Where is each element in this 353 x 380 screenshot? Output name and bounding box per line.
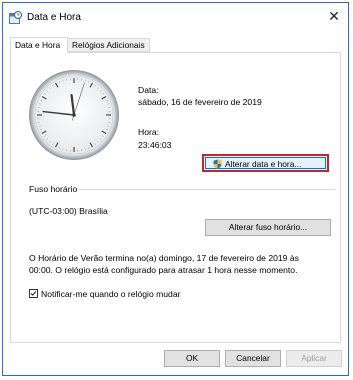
dst-notice-line-1: O Horário de Verão termina no(a) domingo… [29, 253, 299, 263]
timezone-value: (UTC-03:00) Brasília [29, 206, 108, 216]
clock-center [72, 113, 76, 117]
date-time-dialog: Data e Hora ✕ Data e Hora Relógios Adici… [2, 2, 349, 376]
time-value: 23:46:03 [138, 140, 172, 150]
tab-date-time[interactable]: Data e Hora [10, 37, 68, 53]
clock-app-icon [9, 11, 22, 24]
shield-icon [213, 159, 222, 169]
notify-label[interactable]: Notificar-me quando o relógio mudar [41, 289, 180, 299]
notify-checkbox[interactable] [29, 289, 38, 298]
tab-panel: Data: sábado, 16 de fevereiro de 2019 Ho… [10, 52, 341, 343]
change-timezone-button[interactable]: Alterar fuso horário... [205, 219, 331, 236]
date-label: Data: [138, 85, 159, 95]
dst-notice-line-2: 00:00. O relógio está configurado para a… [29, 265, 298, 275]
tab-additional-clocks[interactable]: Relógios Adicionais [68, 38, 150, 52]
title-bar[interactable]: Data e Hora ✕ [3, 3, 348, 31]
change-date-time-label: Alterar data e hora... [225, 159, 302, 169]
change-date-time-button[interactable]: Alterar data e hora... [202, 154, 329, 172]
window-title: Data e Hora [27, 12, 81, 23]
timezone-group-divider [79, 189, 335, 190]
apply-button[interactable]: Aplicar [286, 350, 342, 367]
close-button[interactable]: ✕ [326, 8, 342, 24]
analog-clock [29, 70, 119, 160]
dst-notice: O Horário de Verão termina no(a) domingo… [29, 252, 329, 276]
timezone-group-label: Fuso horário [29, 184, 78, 194]
ok-button[interactable]: OK [164, 350, 220, 367]
checkmark-icon [30, 291, 37, 296]
cancel-button[interactable]: Cancelar [225, 350, 281, 367]
date-value: sábado, 16 de fevereiro de 2019 [138, 97, 262, 107]
time-label: Hora: [138, 127, 160, 137]
